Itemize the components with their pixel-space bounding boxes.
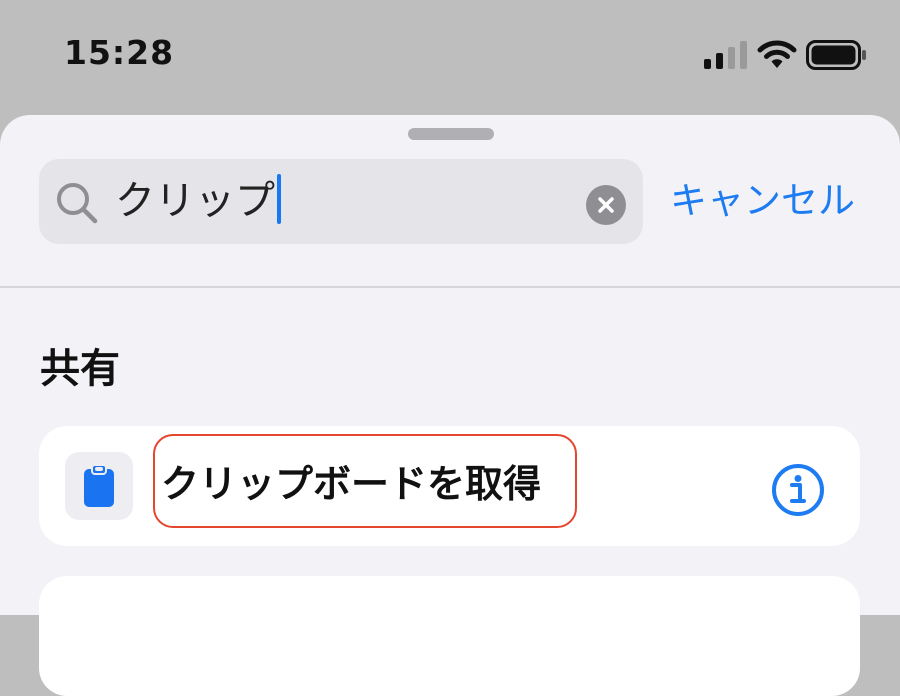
- wifi-icon: [757, 40, 797, 68]
- cancel-button[interactable]: キャンセル: [670, 179, 855, 223]
- action-row-get-clipboard[interactable]: クリップボードを取得: [39, 426, 860, 546]
- action-icon-tile: [65, 452, 133, 520]
- text-caret: [277, 174, 281, 224]
- battery-icon: [806, 40, 866, 70]
- highlight-annotation: [153, 434, 577, 528]
- action-row-partial[interactable]: [39, 576, 860, 696]
- section-title: 共有: [40, 346, 120, 392]
- search-icon: [57, 183, 98, 224]
- status-time: 15:28: [64, 33, 175, 72]
- action-search-sheet: クリップ キャンセル 共有 クリップボードを取得: [0, 115, 900, 696]
- status-bar: 15:28: [0, 0, 900, 110]
- divider: [0, 286, 900, 288]
- info-icon[interactable]: [771, 463, 825, 517]
- clear-search-button[interactable]: [586, 185, 626, 225]
- clipboard-icon: [84, 464, 114, 507]
- clear-icon: [598, 197, 614, 213]
- search-input[interactable]: クリップ: [115, 174, 281, 228]
- cellular-signal-icon: [704, 41, 747, 69]
- search-field[interactable]: クリップ: [39, 159, 643, 244]
- search-query: クリップ: [115, 178, 275, 224]
- sheet-grabber[interactable]: [408, 128, 494, 140]
